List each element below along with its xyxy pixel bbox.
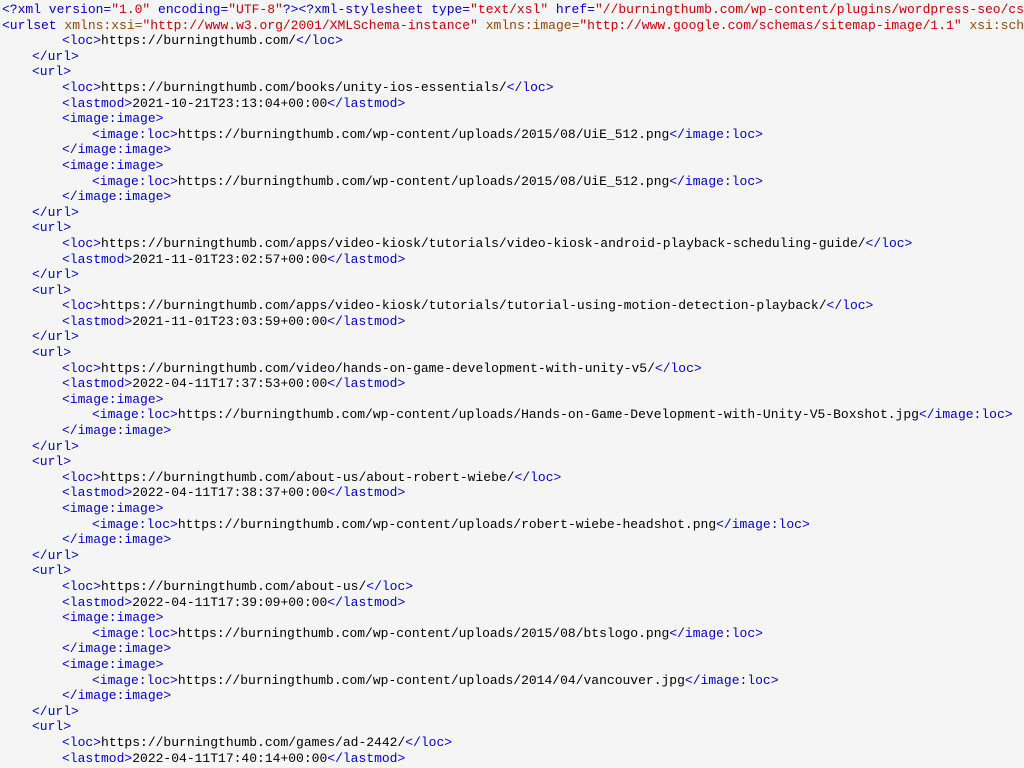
xml-sitemap-content: <?xml version="1.0" encoding="UTF-8"?><?… [2,2,1022,766]
